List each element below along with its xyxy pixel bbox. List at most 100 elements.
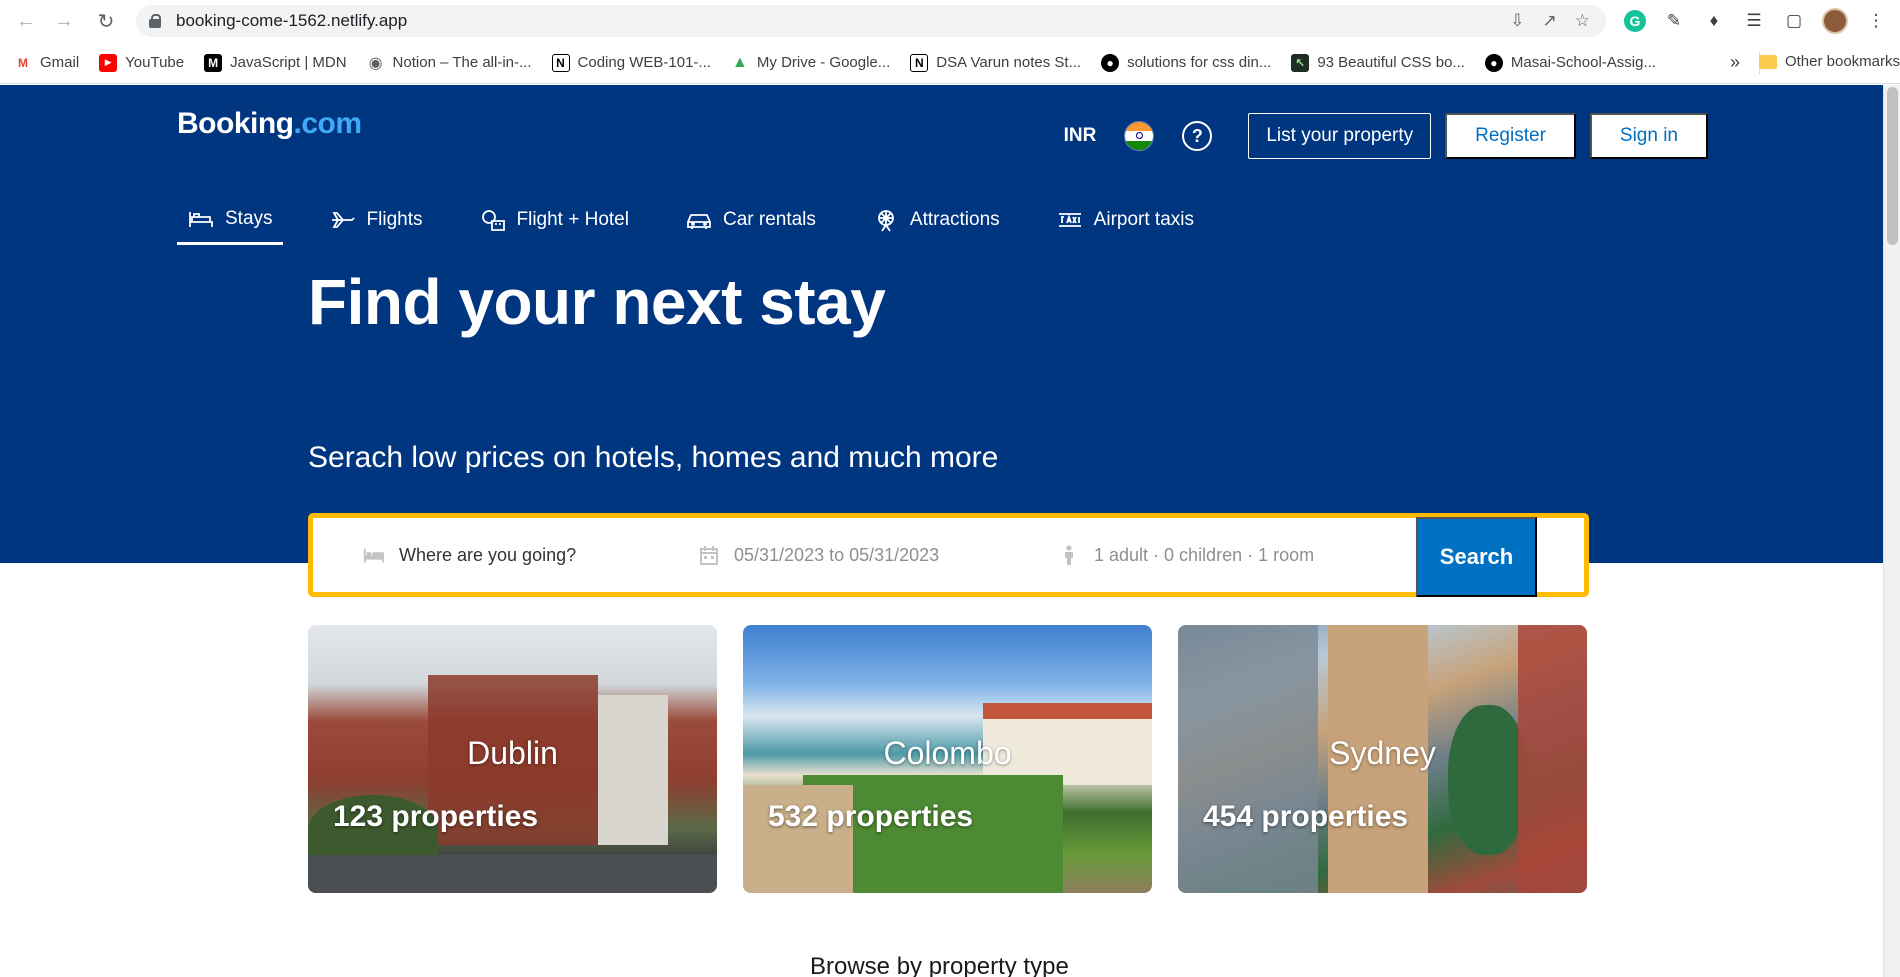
browse-section-heading: Browse by property type	[810, 953, 1069, 977]
bookmark-dsa-notes[interactable]: N DSA Varun notes St...	[910, 53, 1082, 72]
other-bookmarks[interactable]: Other bookmarks	[1758, 53, 1900, 70]
forward-icon[interactable]: →	[52, 9, 76, 33]
tab-car-rentals[interactable]: Car rentals	[675, 195, 826, 245]
globe-icon: ◉	[368, 54, 383, 72]
bookmark-label: Gmail	[40, 54, 80, 71]
card-property-count: 123 properties	[333, 800, 539, 833]
mdn-icon: M	[204, 53, 223, 72]
menu-icon[interactable]: ⋮	[1864, 9, 1888, 33]
tree-image	[1448, 705, 1528, 855]
bookmark-notion[interactable]: ◉ Notion – The all-in-...	[367, 54, 532, 72]
bookmark-label: solutions for css din...	[1127, 54, 1272, 71]
search-bar: Where are you going? 05/31/2023 to 05/31…	[308, 513, 1589, 597]
tab-airport-taxis[interactable]: Airport taxis	[1046, 195, 1204, 245]
grammarly-icon[interactable]: G	[1624, 10, 1646, 32]
bookmark-mdn[interactable]: M JavaScript | MDN	[204, 53, 347, 72]
person-icon	[1058, 544, 1080, 566]
google-drive-icon: ▲	[731, 53, 748, 71]
help-icon[interactable]: ?	[1182, 121, 1213, 151]
bed-icon	[363, 544, 385, 566]
tab-label: Car rentals	[722, 209, 816, 230]
browser-toolbar: ← → ↻ booking-come-1562.netlify.app ⇩ ↗ …	[0, 0, 1900, 42]
lock-icon[interactable]	[148, 13, 162, 29]
roof-image	[983, 703, 1152, 719]
profile-avatar[interactable]	[1822, 8, 1848, 34]
destination-field[interactable]: Where are you going?	[363, 544, 576, 566]
tab-flight-hotel[interactable]: Flight + Hotel	[469, 195, 639, 245]
bookmark-css-borders[interactable]: ↖ 93 Beautiful CSS bo...	[1291, 53, 1465, 72]
media-queue-icon[interactable]: ☰	[1742, 9, 1766, 33]
register-button[interactable]: Register	[1445, 113, 1576, 159]
folder-icon	[1758, 54, 1777, 69]
hero-subtitle: Serach low prices on hotels, homes and m…	[308, 441, 999, 474]
tab-stays[interactable]: Stays	[177, 195, 283, 245]
side-panel-icon[interactable]: ▢	[1782, 9, 1806, 33]
tab-flights[interactable]: Flights	[319, 195, 433, 245]
card-property-count: 454 properties	[1203, 800, 1409, 833]
other-bookmarks-label: Other bookmarks	[1784, 53, 1900, 70]
plane-icon	[329, 209, 357, 231]
tab-label: Flight + Hotel	[516, 209, 629, 230]
page-scrollbar[interactable]	[1883, 85, 1900, 977]
ferris-wheel-icon	[872, 209, 900, 232]
destination-card-colombo[interactable]: Colombo 532 properties	[743, 625, 1152, 893]
date-range-text[interactable]: 05/31/2023 to 05/31/2023	[734, 545, 939, 566]
hero-title: Find your next stay	[308, 266, 886, 338]
street-image	[308, 855, 717, 893]
bookmark-coding-web[interactable]: N Coding WEB-101-...	[551, 53, 711, 72]
search-button[interactable]: Search	[1416, 517, 1537, 597]
puzzle-icon[interactable]: ♦	[1702, 9, 1726, 33]
bookmark-label: YouTube	[125, 54, 185, 71]
date-picker[interactable]: 05/31/2023 to 05/31/2023	[698, 544, 939, 566]
bookmark-gmail[interactable]: M Gmail	[14, 54, 79, 72]
bookmark-masai[interactable]: ● Masai-School-Assig...	[1484, 53, 1656, 72]
github-icon: ●	[1101, 53, 1120, 72]
star-icon[interactable]: ☆	[1575, 11, 1590, 31]
share-icon[interactable]: ↗	[1543, 11, 1557, 31]
guests-text[interactable]: 1 adult · 0 children · 1 room	[1094, 545, 1314, 566]
destination-card-dublin[interactable]: Dublin 123 properties	[308, 625, 717, 893]
url-text[interactable]: booking-come-1562.netlify.app	[176, 11, 407, 31]
github-icon: ●	[1484, 53, 1503, 72]
destination-card-sydney[interactable]: Sydney 454 properties	[1178, 625, 1587, 893]
bookmark-label: Masai-School-Assig...	[1510, 54, 1656, 71]
card-city-name: Colombo	[883, 735, 1012, 771]
header-actions: INR ? List your property Register Sign i…	[1064, 113, 1708, 159]
list-property-button[interactable]: List your property	[1248, 113, 1432, 159]
bookmark-youtube[interactable]: ▶ YouTube	[99, 53, 185, 72]
taxi-icon	[1056, 209, 1084, 231]
notion-icon: N	[551, 53, 570, 72]
back-icon[interactable]: ←	[14, 9, 38, 33]
bookmark-label: Notion – The all-in-...	[392, 54, 532, 71]
address-bar[interactable]: booking-come-1562.netlify.app ⇩ ↗ ☆	[136, 5, 1606, 37]
pen-extension-icon[interactable]: ✎	[1662, 9, 1686, 33]
destination-cards: Dublin 123 properties Colombo 532 proper…	[308, 625, 1587, 893]
bookmark-label: Coding WEB-101-...	[577, 54, 711, 71]
bookmark-label: My Drive - Google...	[756, 54, 891, 71]
bookmark-css-solutions[interactable]: ● solutions for css din...	[1101, 53, 1272, 72]
reload-icon[interactable]: ↻	[94, 9, 118, 33]
card-city-name: Sydney	[1329, 735, 1436, 771]
currency-selector[interactable]: INR	[1064, 125, 1097, 147]
card-city-name: Dublin	[467, 735, 558, 771]
scrollbar-thumb[interactable]	[1887, 87, 1898, 245]
sign-in-button[interactable]: Sign in	[1589, 113, 1708, 159]
bookmarks-overflow-button[interactable]: »	[1730, 52, 1740, 73]
bookmark-google-drive[interactable]: ▲ My Drive - Google...	[731, 54, 890, 72]
tab-label: Airport taxis	[1093, 209, 1194, 230]
guests-selector[interactable]: 1 adult · 0 children · 1 room	[1058, 544, 1314, 566]
install-icon[interactable]: ⇩	[1510, 11, 1524, 31]
booking-page: Booking.com INR ? List your property Reg…	[0, 85, 1900, 977]
tab-attractions[interactable]: Attractions	[862, 195, 1010, 245]
calendar-icon	[698, 544, 720, 566]
booking-logo[interactable]: Booking.com	[177, 107, 362, 141]
car-icon	[685, 209, 713, 231]
bed-icon	[187, 208, 215, 230]
tab-label: Attractions	[909, 209, 1000, 230]
cursor-icon: ↖	[1291, 53, 1310, 72]
flight-hotel-icon	[479, 209, 507, 231]
bookmark-label: DSA Varun notes St...	[936, 54, 1082, 71]
destination-input[interactable]: Where are you going?	[399, 545, 576, 566]
bookmark-label: 93 Beautiful CSS bo...	[1317, 54, 1465, 71]
india-flag-icon[interactable]	[1124, 121, 1155, 151]
